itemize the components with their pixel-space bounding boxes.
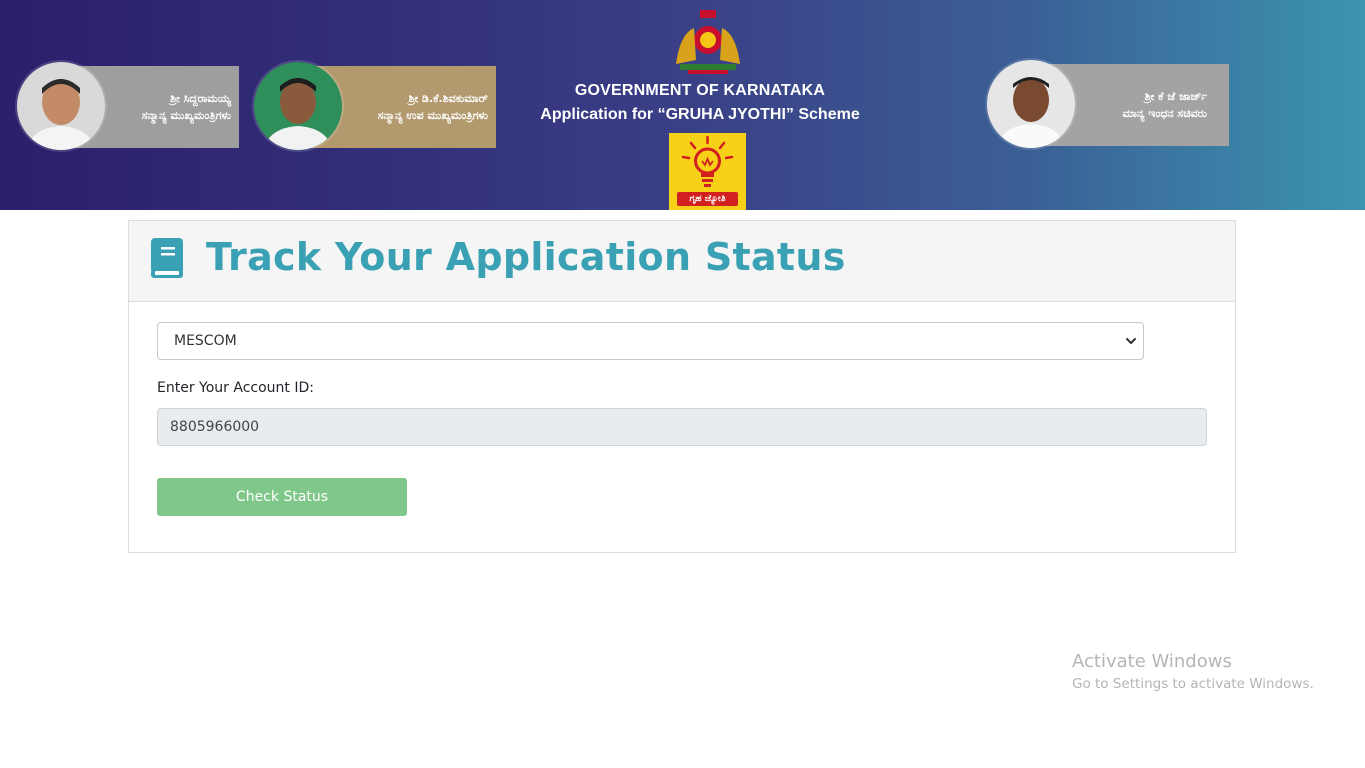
activate-windows-title: Activate Windows bbox=[1072, 651, 1232, 672]
light-bulb-icon bbox=[681, 135, 734, 187]
leader-title: ಮಾನ್ಯ ಇಂಧನ ಸಚಿವರು bbox=[1122, 107, 1208, 120]
account-id-input[interactable] bbox=[157, 408, 1207, 446]
card-header: Track Your Application Status bbox=[129, 221, 1235, 302]
government-header: GOVERNMENT OF KARNATAKA Application for … bbox=[510, 0, 890, 210]
scheme-title: Application for “GRUHA JYOTHI” Scheme bbox=[540, 106, 860, 123]
gov-title: GOVERNMENT OF KARNATAKA bbox=[574, 82, 826, 99]
check-status-button[interactable]: Check Status bbox=[157, 478, 407, 516]
gruha-jyothi-logo: ಗೃಹ ಜ್ಯೋತಿ bbox=[669, 133, 746, 210]
leader-name: ಶ್ರೀ ಸಿದ್ದರಾಮಯ್ಯ bbox=[170, 92, 231, 105]
leader-photo bbox=[17, 62, 105, 150]
leader-card-cm: ಶ್ರೀ ಸಿದ್ದರಾಮಯ್ಯ ಸನ್ಮಾನ್ಯ ಮುಖ್ಯಮಂತ್ರಿಗಳು bbox=[17, 62, 239, 150]
leader-photo bbox=[987, 60, 1075, 148]
escom-select-value: MESCOM bbox=[174, 333, 237, 349]
leader-title: ಸನ್ಮಾನ್ಯ ಉಪ ಮುಖ್ಯಮಂತ್ರಿಗಳು bbox=[377, 109, 488, 122]
leader-card-minister: ಶ್ರೀ ಕೆ ಜೆ ಜಾರ್ಜ್ ಮಾನ್ಯ ಇಂಧನ ಸಚಿವರು bbox=[987, 60, 1229, 148]
page-title: Track Your Application Status bbox=[206, 235, 846, 279]
book-icon bbox=[151, 238, 183, 278]
account-id-label: Enter Your Account ID: bbox=[157, 380, 314, 396]
activate-windows-subtitle: Go to Settings to activate Windows. bbox=[1072, 676, 1314, 692]
leader-card-dcm: ಶ್ರೀ ಡಿ.ಕೆ.ಶಿವಕುಮಾರ್ ಸನ್ಮಾನ್ಯ ಉಪ ಮುಖ್ಯಮಂ… bbox=[254, 62, 496, 150]
leader-name: ಶ್ರೀ ಡಿ.ಕೆ.ಶಿವಕುಮಾರ್ bbox=[408, 92, 488, 105]
leader-title: ಸನ್ಮಾನ್ಯ ಮುಖ್ಯಮಂತ್ರಿಗಳು bbox=[141, 109, 231, 122]
escom-select[interactable]: MESCOM bbox=[157, 322, 1144, 360]
scheme-logo-text: ಗೃಹ ಜ್ಯೋತಿ bbox=[677, 192, 738, 206]
chevron-down-icon bbox=[1126, 338, 1136, 344]
header-banner: ಶ್ರೀ ಸಿದ್ದರಾಮಯ್ಯ ಸನ್ಮಾನ್ಯ ಮುಖ್ಯಮಂತ್ರಿಗಳು… bbox=[0, 0, 1365, 210]
karnataka-emblem-icon bbox=[676, 10, 740, 74]
track-status-card: Track Your Application Status MESCOM Ent… bbox=[128, 220, 1236, 553]
leader-photo bbox=[254, 62, 342, 150]
leader-name: ಶ್ರೀ ಕೆ ಜೆ ಜಾರ್ಜ್ bbox=[1144, 90, 1207, 103]
